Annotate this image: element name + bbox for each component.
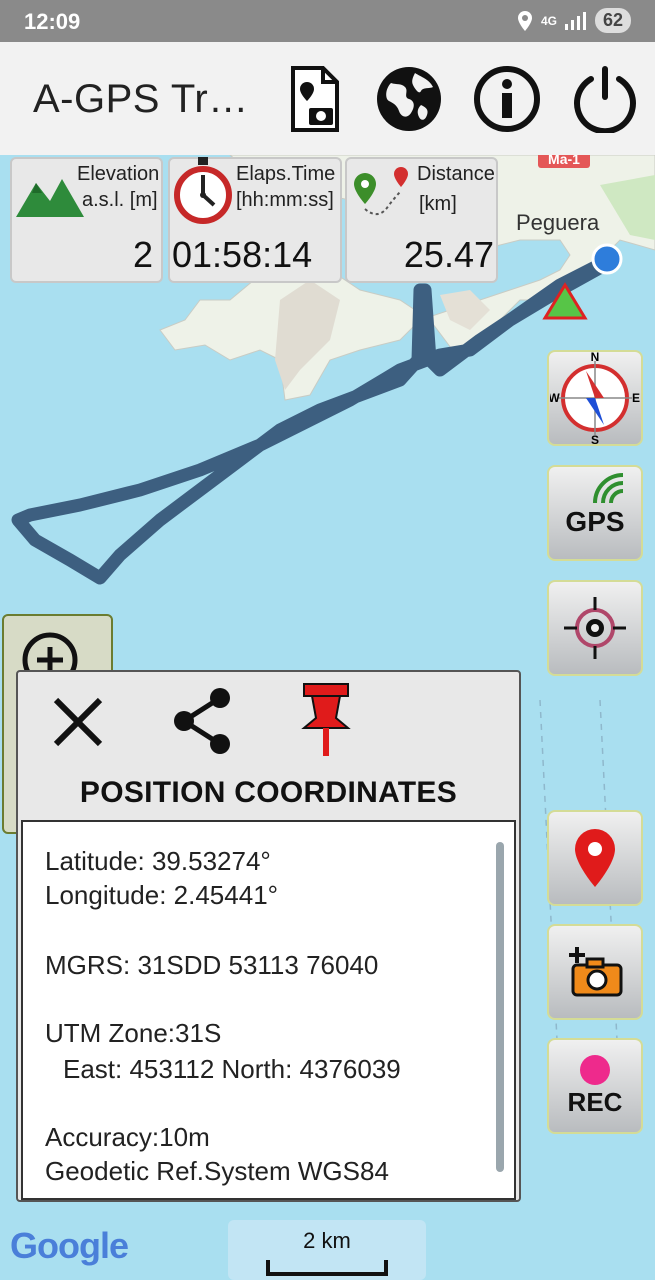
battery-indicator: 62 bbox=[594, 8, 631, 33]
location-status-icon bbox=[517, 10, 532, 31]
app-bar: A-GPS Tr… bbox=[0, 42, 655, 155]
power-icon bbox=[574, 66, 636, 133]
network-type: 4G bbox=[540, 13, 557, 28]
current-location-dot bbox=[591, 243, 623, 275]
map-scale: 2 km bbox=[228, 1220, 426, 1280]
record-dot-icon bbox=[580, 1054, 610, 1085]
mountain-icon bbox=[16, 179, 84, 217]
longitude-text: Longitude: 2.45441° bbox=[45, 880, 279, 910]
globe-icon bbox=[377, 67, 441, 131]
gps-label: GPS bbox=[565, 506, 625, 537]
accuracy-text: Accuracy:10m bbox=[45, 1122, 210, 1152]
crosshair-icon bbox=[564, 597, 626, 659]
signal-icon bbox=[564, 11, 586, 30]
power-button[interactable] bbox=[570, 64, 640, 134]
route-pins-icon bbox=[354, 167, 408, 216]
utm-coords-text: East: 453112 North: 4376039 bbox=[63, 1054, 401, 1084]
compass-e: E bbox=[632, 391, 640, 405]
distance-label-1: Distance bbox=[417, 163, 495, 185]
add-photo-button[interactable] bbox=[547, 924, 643, 1020]
coordinates-body: Latitude: 39.53274° Longitude: 2.45441° … bbox=[21, 820, 516, 1200]
photo-doc-button[interactable] bbox=[280, 64, 350, 134]
info-icon bbox=[474, 66, 540, 132]
geodetic-text: Geodetic Ref.System WGS84 bbox=[45, 1156, 389, 1186]
latitude-text: Latitude: 39.53274° bbox=[45, 846, 271, 876]
elevation-label-2: a.s.l. [m] bbox=[82, 189, 158, 211]
elapsed-label-1: Elaps.Time bbox=[236, 163, 336, 185]
scale-label: 2 km bbox=[303, 1228, 351, 1253]
status-icons: 4G 62 bbox=[517, 8, 631, 33]
compass-n: N bbox=[591, 351, 600, 364]
elapsed-time-panel[interactable]: Elaps.Time [hh:mm:ss] 01:58:14 bbox=[168, 157, 342, 283]
gps-button[interactable]: GPS bbox=[547, 465, 643, 561]
photo-doc-icon bbox=[291, 66, 339, 132]
status-time: 12:09 bbox=[24, 9, 81, 34]
elapsed-label-2: [hh:mm:ss] bbox=[236, 189, 334, 211]
status-bar: 12:09 4G 62 bbox=[0, 0, 655, 42]
share-button[interactable] bbox=[168, 686, 238, 756]
gps-signal-icon bbox=[593, 473, 624, 504]
elapsed-value: 01:58:14 bbox=[172, 234, 313, 275]
globe-button[interactable] bbox=[374, 64, 444, 134]
place-label: Peguera bbox=[516, 210, 600, 235]
road-label: Ma-1 bbox=[548, 155, 580, 167]
stopwatch-icon bbox=[174, 157, 232, 224]
pin-button[interactable] bbox=[296, 682, 356, 758]
add-waypoint-button[interactable] bbox=[547, 810, 643, 906]
pushpin-icon bbox=[301, 683, 351, 756]
distance-value: 25.47 bbox=[403, 234, 494, 275]
google-logo-text: Google bbox=[10, 1225, 129, 1266]
center-location-button[interactable] bbox=[547, 580, 643, 676]
rec-label: REC bbox=[567, 1086, 623, 1117]
distance-label-2: [km] bbox=[419, 193, 457, 215]
dialog-title: POSITION COORDINATES bbox=[79, 776, 458, 809]
close-icon bbox=[53, 697, 103, 747]
record-button[interactable]: REC bbox=[547, 1038, 643, 1134]
elevation-panel[interactable]: Elevation a.s.l. [m] 2 bbox=[10, 157, 163, 283]
close-button[interactable] bbox=[48, 692, 108, 752]
compass-button[interactable]: N S W E bbox=[547, 350, 643, 446]
elevation-value: 2 bbox=[132, 234, 153, 275]
position-dialog: POSITION COORDINATES Latitude: 39.53274°… bbox=[16, 670, 521, 1202]
compass-icon: N S W E bbox=[550, 351, 640, 445]
distance-panel[interactable]: Distance [km] 25.47 bbox=[345, 157, 498, 283]
elevation-label-1: Elevation bbox=[77, 163, 160, 185]
share-icon bbox=[174, 688, 230, 754]
compass-w: W bbox=[550, 391, 560, 405]
add-camera-icon bbox=[569, 947, 623, 997]
dialog-scrollbar[interactable] bbox=[496, 842, 504, 1172]
utm-zone-text: UTM Zone:31S bbox=[45, 1018, 222, 1048]
info-button[interactable] bbox=[472, 64, 542, 134]
mgrs-text: MGRS: 31SDD 53113 76040 bbox=[45, 950, 379, 980]
google-logo: Google bbox=[10, 1225, 129, 1267]
app-title: A-GPS Tr… bbox=[33, 77, 249, 121]
scale-bar bbox=[266, 1260, 388, 1276]
map-pin-icon bbox=[575, 829, 615, 887]
compass-s: S bbox=[591, 433, 599, 445]
